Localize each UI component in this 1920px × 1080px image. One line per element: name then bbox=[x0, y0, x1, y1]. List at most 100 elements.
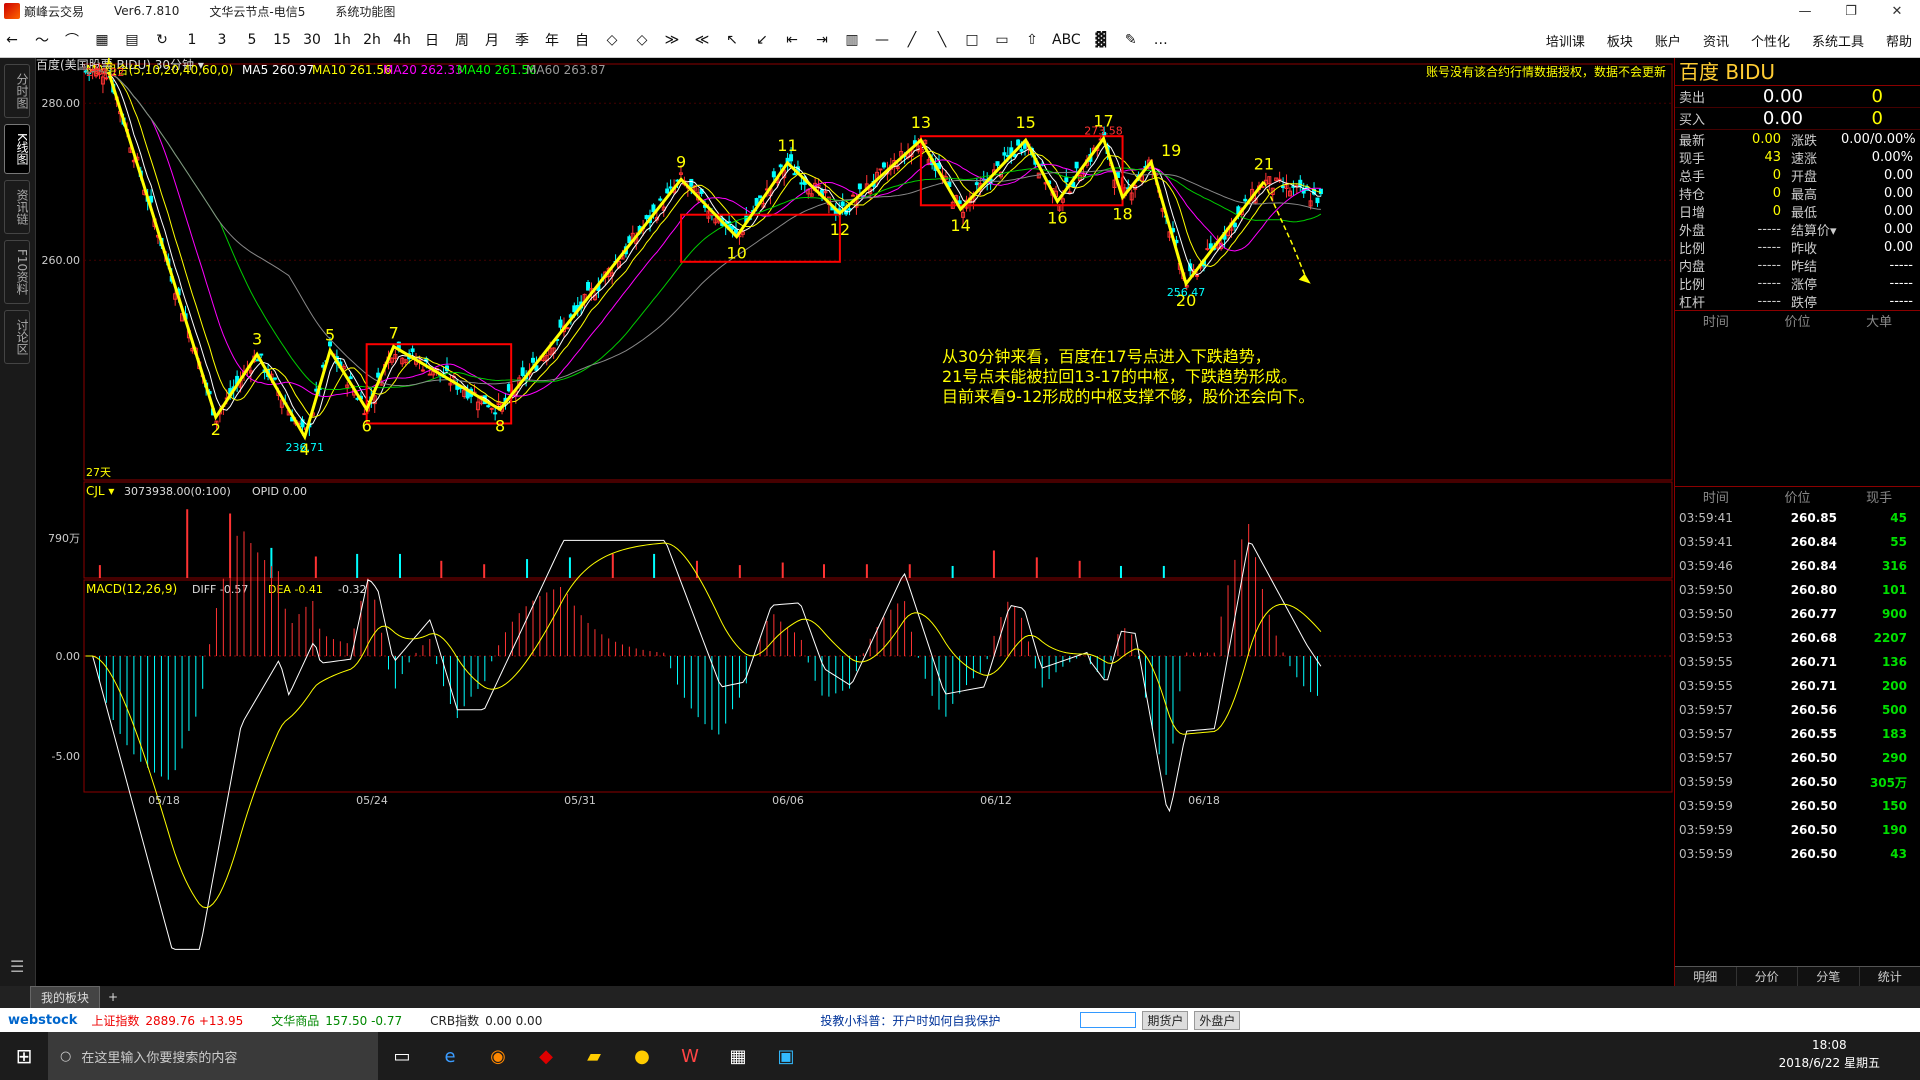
menu-item-0[interactable]: 培训课 bbox=[1546, 31, 1585, 50]
calculator-icon[interactable]: ▦ bbox=[714, 1032, 762, 1080]
toolbar-button-3[interactable]: ▦ bbox=[90, 26, 114, 54]
toolbar-button-2[interactable]: ⌒ bbox=[60, 26, 84, 54]
menu-item-5[interactable]: 系统工具 bbox=[1812, 31, 1864, 50]
side-tab-0[interactable]: 分时图 bbox=[4, 64, 30, 118]
wave-point-9: 9 bbox=[676, 152, 686, 171]
toolbar-button-21[interactable]: ◇ bbox=[630, 26, 654, 54]
toolbar-button-18[interactable]: 年 bbox=[540, 26, 564, 54]
ma-line-60 bbox=[85, 70, 1321, 387]
system-clock[interactable]: 18:08 2018/6/22 星期五 bbox=[1779, 1036, 1880, 1072]
menu-item-3[interactable]: 资讯 bbox=[1703, 31, 1729, 50]
toolbar-button-19[interactable]: 自 bbox=[570, 26, 594, 54]
code-input[interactable] bbox=[1080, 1012, 1137, 1028]
toolbar-button-11[interactable]: 1h bbox=[330, 26, 354, 54]
toolbar-button-38[interactable]: … bbox=[1149, 26, 1173, 54]
toolbar-button-24[interactable]: ↖ bbox=[720, 26, 744, 54]
macd-label[interactable]: MACD(12,26,9) bbox=[86, 582, 177, 596]
restore-icon[interactable]: ❐ bbox=[1828, 0, 1874, 22]
tick-price: 260.50 bbox=[1790, 799, 1837, 813]
toolbar-button-31[interactable]: ╲ bbox=[930, 26, 954, 54]
firefox-icon[interactable]: ◉ bbox=[474, 1032, 522, 1080]
node-name[interactable]: 文华云节点-电信5 bbox=[209, 3, 305, 20]
toolbar-button-10[interactable]: 30 bbox=[300, 26, 324, 54]
toolbar-button-0[interactable]: ← bbox=[0, 26, 24, 54]
tip-text[interactable]: 投教小科普：开户时如何自我保护 bbox=[820, 1012, 1000, 1029]
menu-item-1[interactable]: 板块 bbox=[1607, 31, 1633, 50]
toolbar-button-8[interactable]: 5 bbox=[240, 26, 264, 54]
task-view-icon[interactable]: ▭ bbox=[378, 1032, 426, 1080]
app2-icon[interactable]: ● bbox=[618, 1032, 666, 1080]
side-tab-2[interactable]: 资讯链 bbox=[4, 179, 30, 234]
detail-tab-0[interactable]: 明细 bbox=[1675, 967, 1737, 986]
menu-item-6[interactable]: 帮助 bbox=[1886, 31, 1912, 50]
tick-row: 03:59:59 260.50 190 bbox=[1675, 818, 1920, 842]
quote-row: 内盘 ----- 昨结 ----- bbox=[1675, 256, 1920, 275]
index-item[interactable]: CRB指数 0.00 0.00 bbox=[430, 1012, 542, 1029]
toolbar-button-15[interactable]: 周 bbox=[450, 26, 474, 54]
side-tab-4[interactable]: 讨论区 bbox=[4, 310, 30, 365]
candle-body bbox=[1067, 191, 1072, 194]
wave-point-2: 2 bbox=[211, 420, 221, 439]
candle-body bbox=[878, 168, 883, 171]
toolbar-button-22[interactable]: ≫ bbox=[660, 26, 684, 54]
toolbar-button-16[interactable]: 月 bbox=[480, 26, 504, 54]
menu-item-4[interactable]: 个性化 bbox=[1751, 31, 1790, 50]
side-tab-1[interactable]: K线图 bbox=[4, 124, 30, 174]
toolbar-button-35[interactable]: ABC bbox=[1050, 26, 1083, 54]
taskbar-search[interactable]: ○ 在这里输入你要搜索的内容 bbox=[48, 1032, 378, 1080]
buy-row[interactable]: 买入 0.00 0 bbox=[1675, 108, 1920, 130]
toolbar-button-28[interactable]: ▥ bbox=[840, 26, 864, 54]
toolbar-button-12[interactable]: 2h bbox=[360, 26, 384, 54]
toolbar-button-32[interactable]: □ bbox=[960, 26, 984, 54]
windows-start-icon[interactable]: ⊞ bbox=[0, 1032, 48, 1080]
toolbar-button-27[interactable]: ⇥ bbox=[810, 26, 834, 54]
toolbar-button-36[interactable]: ▓ bbox=[1089, 26, 1113, 54]
toolbar-button-1[interactable]: 〜 bbox=[30, 26, 54, 54]
minimize-icon[interactable]: — bbox=[1782, 0, 1828, 22]
toolbar-button-29[interactable]: — bbox=[870, 26, 894, 54]
wenhua-icon[interactable]: W bbox=[666, 1032, 714, 1080]
toolbar-button-7[interactable]: 3 bbox=[210, 26, 234, 54]
detail-tab-1[interactable]: 分价 bbox=[1737, 967, 1798, 986]
toolbar-button-20[interactable]: ◇ bbox=[600, 26, 624, 54]
my-board-tab[interactable]: 我的板块 bbox=[30, 985, 101, 1009]
toolbar-button-14[interactable]: 日 bbox=[420, 26, 444, 54]
wave-point-16: 16 bbox=[1047, 208, 1067, 227]
list-icon[interactable]: ☰ bbox=[10, 957, 24, 976]
toolbar-button-4[interactable]: ▤ bbox=[120, 26, 144, 54]
account-button-0[interactable]: 期货户 bbox=[1142, 1010, 1189, 1030]
toolbar-button-13[interactable]: 4h bbox=[390, 26, 414, 54]
detail-tab-2[interactable]: 分笔 bbox=[1798, 967, 1860, 986]
toolbar-button-17[interactable]: 季 bbox=[510, 26, 534, 54]
add-board-button[interactable]: + bbox=[108, 990, 118, 1004]
toolbar-button-30[interactable]: ╱ bbox=[900, 26, 924, 54]
toolbar-button-23[interactable]: ≪ bbox=[690, 26, 714, 54]
toolbar-button-5[interactable]: ↻ bbox=[150, 26, 174, 54]
explorer-icon[interactable]: ▰ bbox=[570, 1032, 618, 1080]
toolbar-button-25[interactable]: ↙ bbox=[750, 26, 774, 54]
toolbar-button-6[interactable]: 1 bbox=[180, 26, 204, 54]
detail-tab-3[interactable]: 统计 bbox=[1860, 967, 1920, 986]
edge-icon[interactable]: e bbox=[426, 1032, 474, 1080]
close-icon[interactable]: ✕ bbox=[1874, 0, 1920, 22]
cjl-label[interactable]: CJL ▾ bbox=[86, 484, 114, 498]
volume-panel-frame bbox=[83, 481, 1673, 579]
toolbar-button-9[interactable]: 15 bbox=[270, 26, 294, 54]
quote-panel: 百度 BIDU 卖出 0.00 0 买入 0.00 0 最新 0.00 涨跌 0.00/0.0… bbox=[1674, 58, 1920, 986]
menu-item-2[interactable]: 账户 bbox=[1655, 31, 1681, 50]
kline-chart[interactable]: 百度(美国股票 BIDU) 30分钟 ▾MA组合(5,10,20,40,60,0… bbox=[36, 49, 1674, 986]
toolbar-button-26[interactable]: ⇤ bbox=[780, 26, 804, 54]
app-icon[interactable]: ◆ bbox=[522, 1032, 570, 1080]
account-button-1[interactable]: 外盘户 bbox=[1194, 1010, 1241, 1030]
side-tab-3[interactable]: F10资料 bbox=[4, 239, 30, 305]
toolbar-button-34[interactable]: ⇧ bbox=[1020, 26, 1044, 54]
app3-icon[interactable]: ▣ bbox=[762, 1032, 810, 1080]
system-menu[interactable]: 系统功能图 bbox=[335, 3, 395, 20]
tick-time: 03:59:53 bbox=[1679, 631, 1733, 645]
chart-area[interactable]: 百度(美国股票 BIDU) 30分钟 ▾ MA组合(5,10,20,40,60,0… bbox=[36, 49, 1674, 986]
toolbar-button-37[interactable]: ✎ bbox=[1119, 26, 1143, 54]
index-item[interactable]: 上证指数 2889.76 +13.95 bbox=[91, 1012, 243, 1029]
toolbar-button-33[interactable]: ▭ bbox=[990, 26, 1014, 54]
sell-row[interactable]: 卖出 0.00 0 bbox=[1675, 86, 1920, 108]
index-item[interactable]: 文华商品 157.50 -0.77 bbox=[271, 1012, 402, 1029]
